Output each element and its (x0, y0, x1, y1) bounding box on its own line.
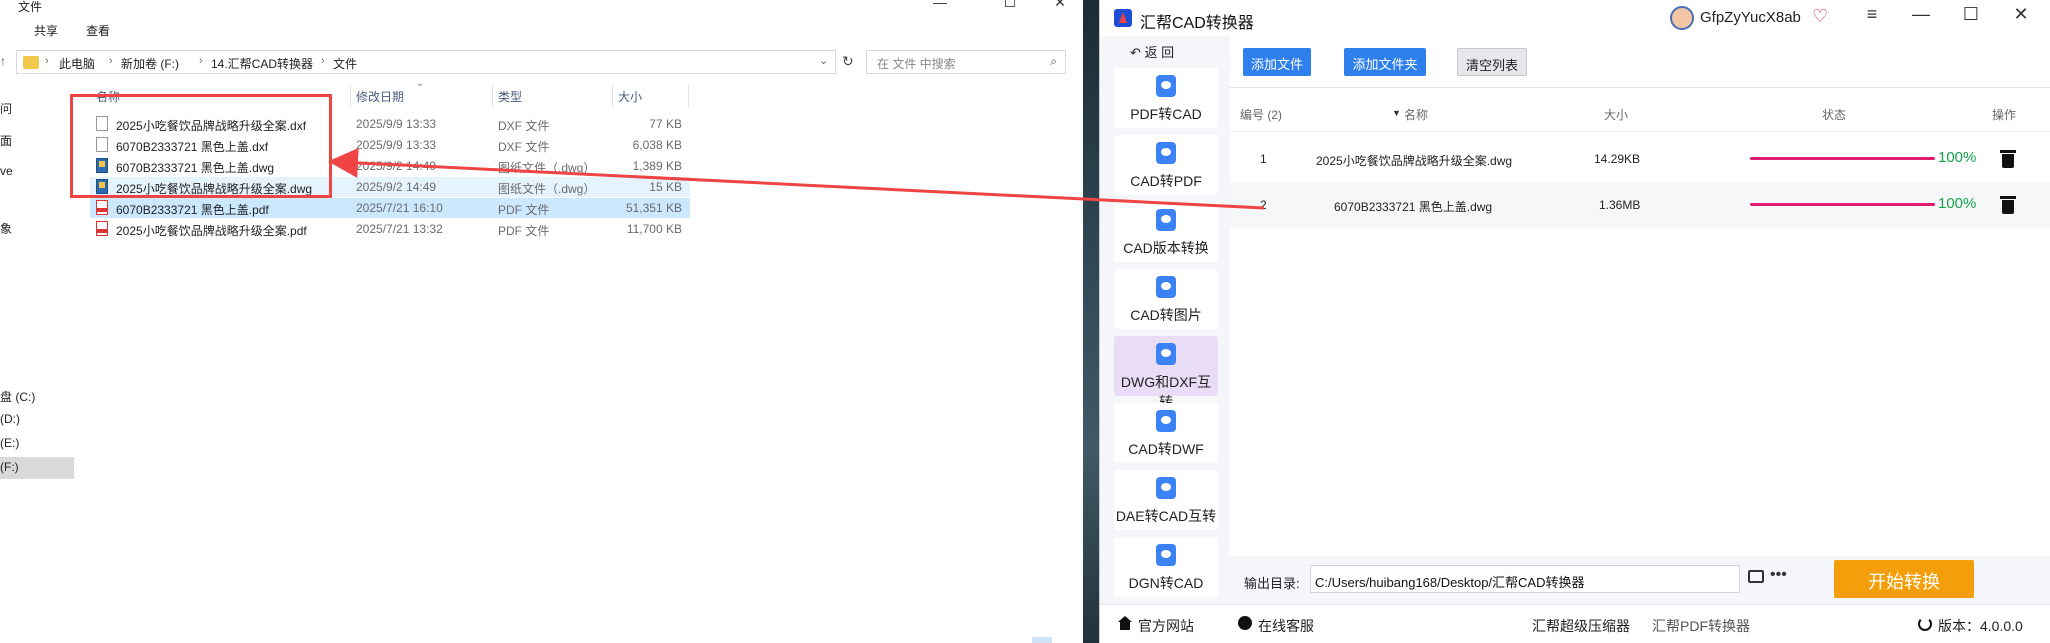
arrow-line (328, 147, 1265, 210)
annotation-arrow (328, 147, 1265, 210)
